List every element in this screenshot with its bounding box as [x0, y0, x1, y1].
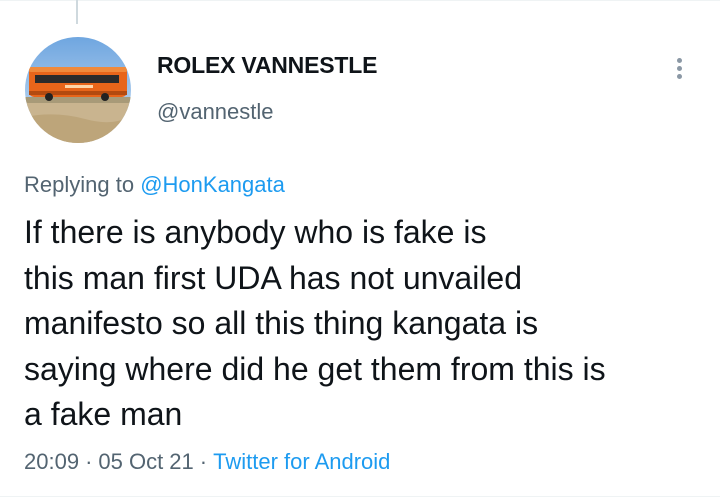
author-handle[interactable]: @vannestle — [157, 99, 274, 125]
meta-separator: · — [85, 449, 93, 474]
tweet-text-line: this man first UDA has not unvailed — [24, 259, 523, 296]
tweet-time[interactable]: 20:09 — [24, 449, 79, 474]
replying-to: Replying to @HonKangata — [24, 172, 285, 198]
tweet-body: If there is anybody who is fake is this … — [24, 210, 714, 438]
avatar[interactable] — [25, 37, 131, 143]
tweet-text-line: If there is anybody who is fake is — [24, 214, 487, 250]
author-display-name[interactable]: ROLEX VANNESTLE — [157, 52, 377, 79]
tweet-source-link[interactable]: Twitter for Android — [213, 449, 390, 474]
thread-connector-line — [76, 0, 78, 24]
more-vertical-icon — [677, 58, 682, 63]
more-vertical-icon-dot — [677, 74, 682, 79]
replying-to-mention-link[interactable]: @HonKangata — [140, 172, 285, 197]
tweet-date[interactable]: 05 Oct 21 — [98, 449, 193, 474]
tweet-text-line: saying where did he get them from this i… — [24, 350, 606, 387]
more-vertical-icon-dot — [677, 66, 682, 71]
tweet-metadata: 20:09 · 05 Oct 21 · Twitter for Android — [24, 449, 390, 475]
more-options-button[interactable] — [664, 50, 696, 86]
tweet-text-line: a fake man — [24, 396, 183, 432]
replying-to-label: Replying to — [24, 172, 135, 197]
top-divider — [0, 0, 720, 1]
avatar-bus-photo — [25, 37, 131, 143]
meta-separator: · — [199, 449, 208, 474]
tweet-text-line: manifesto so all this thing kangata is — [24, 305, 539, 341]
